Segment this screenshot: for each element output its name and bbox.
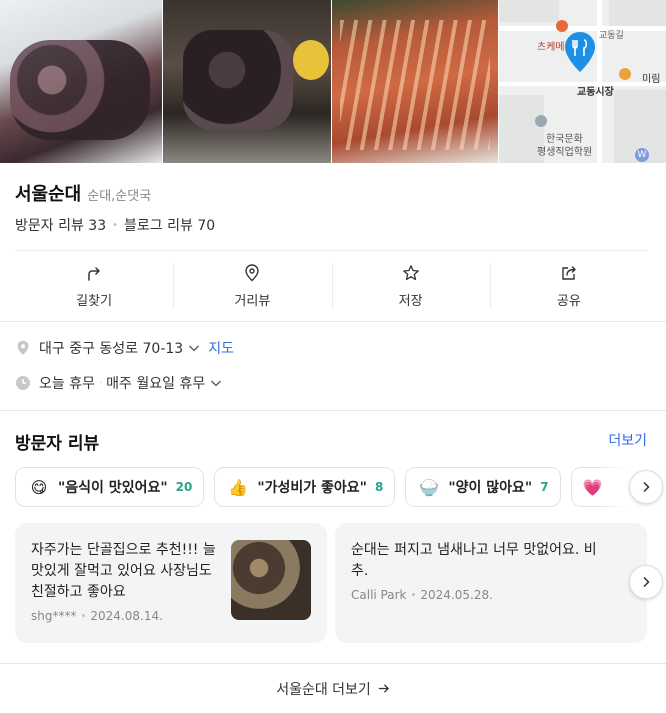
review-meta: Calli Park • 2024.05.28. (351, 588, 631, 602)
star-icon (402, 264, 419, 280)
chips-next-button[interactable] (629, 470, 663, 504)
keyword-chips: 😋 "음식이 맛있어요" 20 👍 "가성비가 좋아요" 8 🍚 "양이 많아요… (15, 467, 641, 507)
review-photo[interactable] (231, 540, 311, 620)
place-title-row: 서울순대 순대,순댓국 (15, 180, 151, 206)
map-link[interactable]: 지도 (208, 338, 234, 358)
keyword-chip[interactable]: 😋 "음식이 맛있어요" 20 (15, 467, 205, 507)
photo-meat-plate[interactable] (163, 0, 331, 163)
address-row: 대구 중구 동성로 70-13 지도 (15, 338, 234, 358)
reviews-more-link[interactable]: 더보기 (608, 430, 647, 450)
save-button[interactable]: 저장 (331, 251, 490, 321)
share-icon (562, 265, 576, 280)
review-author: Calli Park (351, 588, 407, 602)
map-poi-left: 츠케메 (537, 42, 565, 53)
separator-dot: • (112, 219, 119, 231)
review-card[interactable]: 자주가는 단골집으로 추천!!! 늘맛있게 잘먹고 있어요 사장님도 친절하고 … (15, 523, 327, 643)
section-divider (0, 410, 666, 411)
section-divider (0, 321, 666, 322)
map-thumbnail[interactable]: 교동길 츠케메 미림 교동시장 한국문화 평생직업학원 W (499, 0, 666, 163)
keyword-text: "가성비가 좋아요" (257, 480, 367, 496)
chevron-right-icon (643, 481, 650, 493)
hours-today: 오늘 휴무 (39, 376, 95, 392)
review-author: shg**** (31, 609, 77, 623)
map-market-dot (619, 68, 631, 80)
photo-sundae[interactable] (0, 0, 162, 163)
place-more-link[interactable]: 서울순대 더보기 (0, 664, 666, 713)
map-market-label: 교동시장 (577, 87, 614, 98)
keyword-chip[interactable]: 👍 "가성비가 좋아요" 8 (214, 467, 396, 507)
blog-review-count[interactable]: 블로그 리뷰 70 (124, 215, 215, 235)
yum-emoji-icon: 😋 (30, 477, 48, 497)
photo-strip: 교동길 츠케메 미림 교동시장 한국문화 평생직업학원 W (0, 0, 666, 163)
place-name: 서울순대 (15, 184, 82, 205)
directions-button[interactable]: 길찾기 (15, 251, 173, 321)
place-more-label: 서울순대 더보기 (276, 681, 371, 698)
arrow-right-icon (378, 684, 389, 693)
map-institute-label-2: 평생직업학원 (537, 147, 593, 158)
chevron-right-icon (643, 576, 650, 588)
chevron-down-icon[interactable] (210, 377, 222, 389)
hours-note: 매주 월요일 휴무 (106, 376, 206, 392)
location-icon (17, 340, 29, 355)
street-view-label: 거리뷰 (234, 293, 271, 309)
separator-dot: • (80, 610, 87, 622)
location-pin-icon (245, 263, 260, 281)
map-restaurant-dot (556, 20, 568, 32)
review-counts: 방문자 리뷰 33 • 블로그 리뷰 70 (15, 215, 215, 235)
keyword-text: "음식이 맛있어요" (58, 480, 168, 496)
review-card[interactable]: 순대는 퍼지고 냄새나고 너무 맛없어요. 비추. Calli Park • 2… (335, 523, 647, 643)
review-date: 2024.08.14. (90, 609, 163, 623)
visitor-review-count[interactable]: 방문자 리뷰 33 (15, 215, 106, 235)
map-road-label: 교동길 (599, 31, 624, 41)
directions-icon (88, 266, 100, 281)
reviews-section-title: 방문자 리뷰 (15, 434, 100, 454)
map-badge: W (635, 148, 649, 162)
keyword-chip[interactable]: 🍚 "양이 많아요" 7 (405, 467, 561, 507)
thumbs-up-emoji-icon: 👍 (228, 477, 249, 497)
directions-label: 길찾기 (76, 293, 113, 309)
share-label: 공유 (556, 293, 581, 309)
review-text: 자주가는 단골집으로 추천!!! 늘맛있게 잘먹고 있어요 사장님도 친절하고 … (31, 542, 216, 600)
photo-tteokbokki[interactable] (332, 0, 498, 163)
separator-dot: · (98, 377, 103, 389)
hours-row: 오늘 휴무 · 매주 월요일 휴무 (15, 373, 222, 393)
separator-dot: • (410, 589, 417, 601)
place-category: 순대,순댓국 (87, 189, 152, 204)
map-pin-icon (565, 32, 595, 72)
review-date: 2024.05.28. (420, 588, 493, 602)
keyword-count: 7 (540, 480, 549, 494)
rice-bowl-emoji-icon: 🍚 (419, 477, 440, 497)
review-text: 순대는 퍼지고 냄새나고 너무 맛없어요. 비추. (351, 542, 597, 579)
keyword-count: 20 (175, 480, 193, 494)
map-school-dot (535, 115, 547, 127)
map-poi-right: 미림 (642, 74, 661, 85)
cards-next-button[interactable] (629, 565, 663, 599)
keyword-count: 8 (374, 480, 384, 494)
street-view-button[interactable]: 거리뷰 (173, 251, 331, 321)
address-text: 대구 중구 동성로 70-13 (39, 341, 184, 357)
action-bar: 길찾기 거리뷰 저장 공유 (15, 251, 648, 321)
share-button[interactable]: 공유 (489, 251, 648, 321)
clock-icon (16, 376, 30, 390)
save-label: 저장 (398, 293, 423, 309)
keyword-text: "양이 많아요" (448, 480, 533, 496)
chevron-down-icon[interactable] (188, 342, 200, 354)
